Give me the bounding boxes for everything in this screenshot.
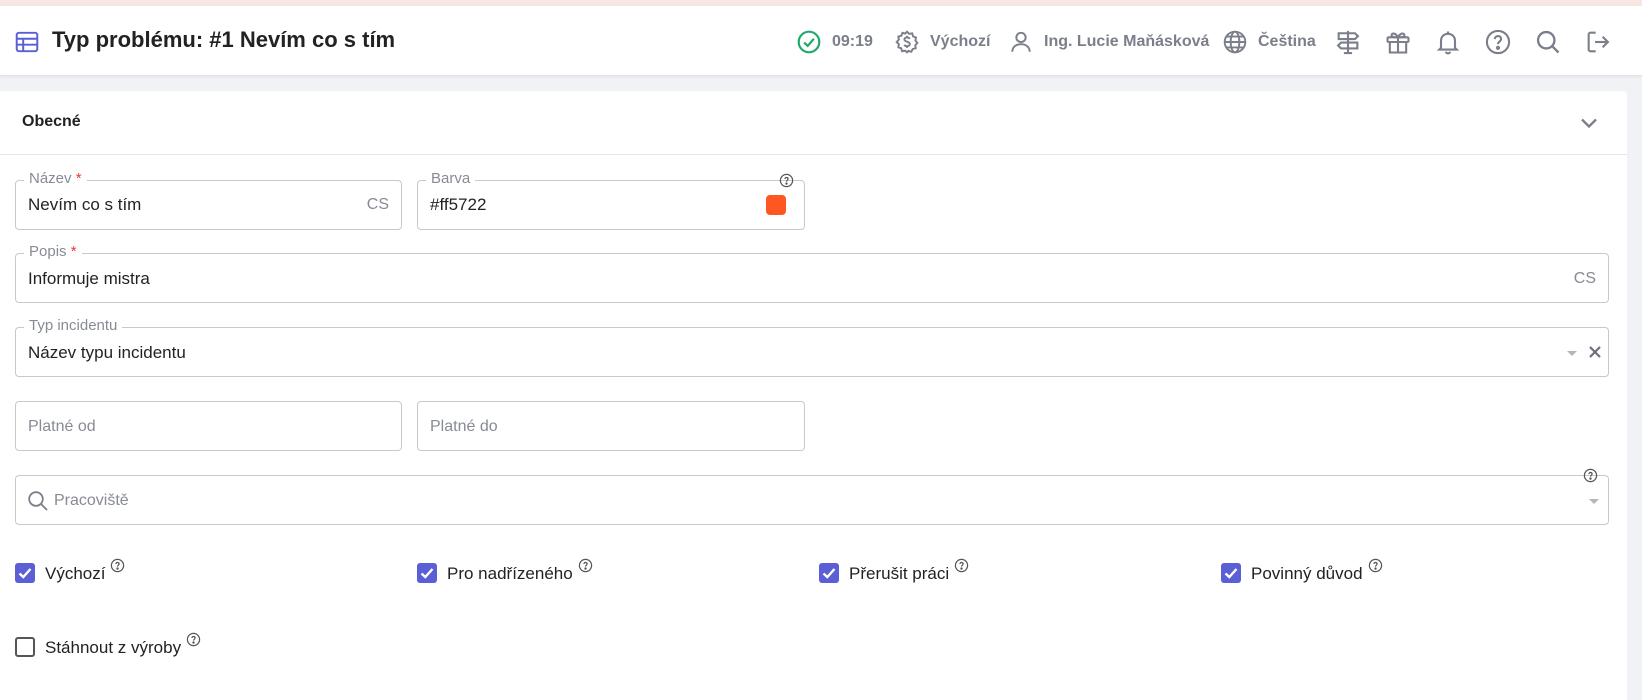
- logout-button[interactable]: [1584, 28, 1612, 56]
- section-title: Obecné: [22, 113, 81, 130]
- help-icon: [1485, 29, 1511, 55]
- search-icon: [1536, 30, 1560, 54]
- page-title: Typ problému: #1 Nevím co s tím: [52, 27, 396, 52]
- description-label: Popis *: [24, 243, 82, 261]
- check-circle-icon: [797, 30, 821, 54]
- time-readout: 09:19: [832, 33, 873, 50]
- incident-type-select[interactable]: Typ incidentu Název typu incidentu: [15, 317, 1609, 377]
- currency-selector[interactable]: Výchozí: [894, 28, 990, 56]
- description-value: Informuje mistra: [28, 269, 150, 288]
- color-value: #ff5722: [430, 195, 487, 214]
- bell-icon: [1436, 31, 1460, 55]
- checkbox-box[interactable]: [15, 563, 35, 583]
- checkbox-interrupt-work[interactable]: Přerušit práci: [819, 558, 969, 584]
- language-label: Čeština: [1258, 33, 1316, 50]
- help-button[interactable]: [1484, 28, 1512, 56]
- search-icon: [28, 491, 48, 511]
- checkbox-label: Výchozí: [45, 564, 106, 583]
- color-help-icon[interactable]: [779, 173, 794, 188]
- incident-type-label: Typ incidentu: [24, 317, 123, 335]
- table-icon: [15, 31, 39, 53]
- section-header-general[interactable]: Obecné: [0, 91, 1627, 155]
- help-icon[interactable]: [954, 558, 969, 573]
- checkbox-label: Přerušit práci: [849, 564, 950, 583]
- dropdown-arrow-icon[interactable]: [1587, 496, 1601, 506]
- workplace-placeholder: Pracoviště: [54, 492, 129, 509]
- currency-icon: [895, 30, 919, 54]
- checkmark-icon: [1224, 568, 1238, 579]
- description-language-tag[interactable]: CS: [1574, 270, 1596, 288]
- workplace-help-icon[interactable]: [1583, 468, 1598, 483]
- help-icon[interactable]: [578, 558, 593, 573]
- color-label: Barva: [426, 170, 476, 188]
- name-language-tag[interactable]: CS: [367, 196, 389, 214]
- sync-status[interactable]: 09:19: [796, 28, 873, 56]
- currency-label: Výchozí: [930, 33, 991, 50]
- checkbox-box[interactable]: [1221, 563, 1241, 583]
- notifications-button[interactable]: [1434, 28, 1462, 56]
- signpost-icon: [1336, 30, 1360, 55]
- name-label: Název *: [24, 170, 87, 188]
- checkbox-box[interactable]: [417, 563, 437, 583]
- signpost-button[interactable]: [1334, 28, 1362, 56]
- clear-icon[interactable]: [1587, 344, 1603, 360]
- incident-type-value: Název typu incidentu: [28, 343, 186, 362]
- help-icon[interactable]: [186, 632, 201, 647]
- help-icon[interactable]: [110, 558, 125, 573]
- user-icon: [1011, 31, 1031, 52]
- checkmark-icon: [18, 568, 32, 579]
- user-menu[interactable]: Ing. Lucie Maňásková: [1008, 28, 1209, 56]
- checkbox-label: Povinný důvod: [1251, 564, 1363, 583]
- color-swatch[interactable]: [766, 195, 786, 215]
- description-field[interactable]: Popis * Informuje mistra CS: [15, 243, 1609, 303]
- app-header: Typ problému: #1 Nevím co s tím 09:19 Vý…: [0, 6, 1642, 76]
- search-button[interactable]: [1534, 28, 1562, 56]
- form-card: Obecné Název * Nevím co s tím CS Barva #…: [0, 91, 1627, 700]
- checkbox-label: Pro nadřízeného: [447, 564, 573, 583]
- user-name: Ing. Lucie Maňásková: [1044, 33, 1210, 50]
- checkbox-label: Stáhnout z výroby: [45, 638, 182, 657]
- dropdown-arrow-icon[interactable]: [1565, 348, 1579, 358]
- valid-from-field[interactable]: Platné od: [15, 401, 402, 451]
- language-selector[interactable]: Čeština: [1222, 28, 1316, 56]
- valid-to-field[interactable]: Platné do: [417, 401, 805, 451]
- checkbox-default[interactable]: Výchozí: [15, 558, 125, 584]
- workplace-search-field[interactable]: Pracoviště: [15, 475, 1609, 525]
- valid-to-placeholder: Platné do: [430, 418, 498, 435]
- name-value: Nevím co s tím: [28, 195, 142, 214]
- chevron-down-icon[interactable]: [1575, 109, 1603, 137]
- gift-icon: [1386, 32, 1410, 54]
- checkbox-withdraw-from-production[interactable]: Stáhnout z výroby: [15, 632, 201, 658]
- checkbox-for-supervisor[interactable]: Pro nadřízeného: [417, 558, 593, 584]
- help-icon[interactable]: [1368, 558, 1383, 573]
- gift-button[interactable]: [1384, 28, 1412, 56]
- checkmark-icon: [420, 568, 434, 579]
- checkbox-box[interactable]: [15, 637, 35, 657]
- logout-icon: [1587, 31, 1610, 53]
- checkmark-icon: [822, 568, 836, 579]
- valid-from-placeholder: Platné od: [28, 418, 96, 435]
- checkbox-mandatory-reason[interactable]: Povinný důvod: [1221, 558, 1383, 584]
- checkbox-box[interactable]: [819, 563, 839, 583]
- globe-icon: [1223, 30, 1247, 54]
- name-field[interactable]: Název * Nevím co s tím CS: [15, 170, 402, 230]
- color-field[interactable]: Barva #ff5722: [417, 170, 805, 230]
